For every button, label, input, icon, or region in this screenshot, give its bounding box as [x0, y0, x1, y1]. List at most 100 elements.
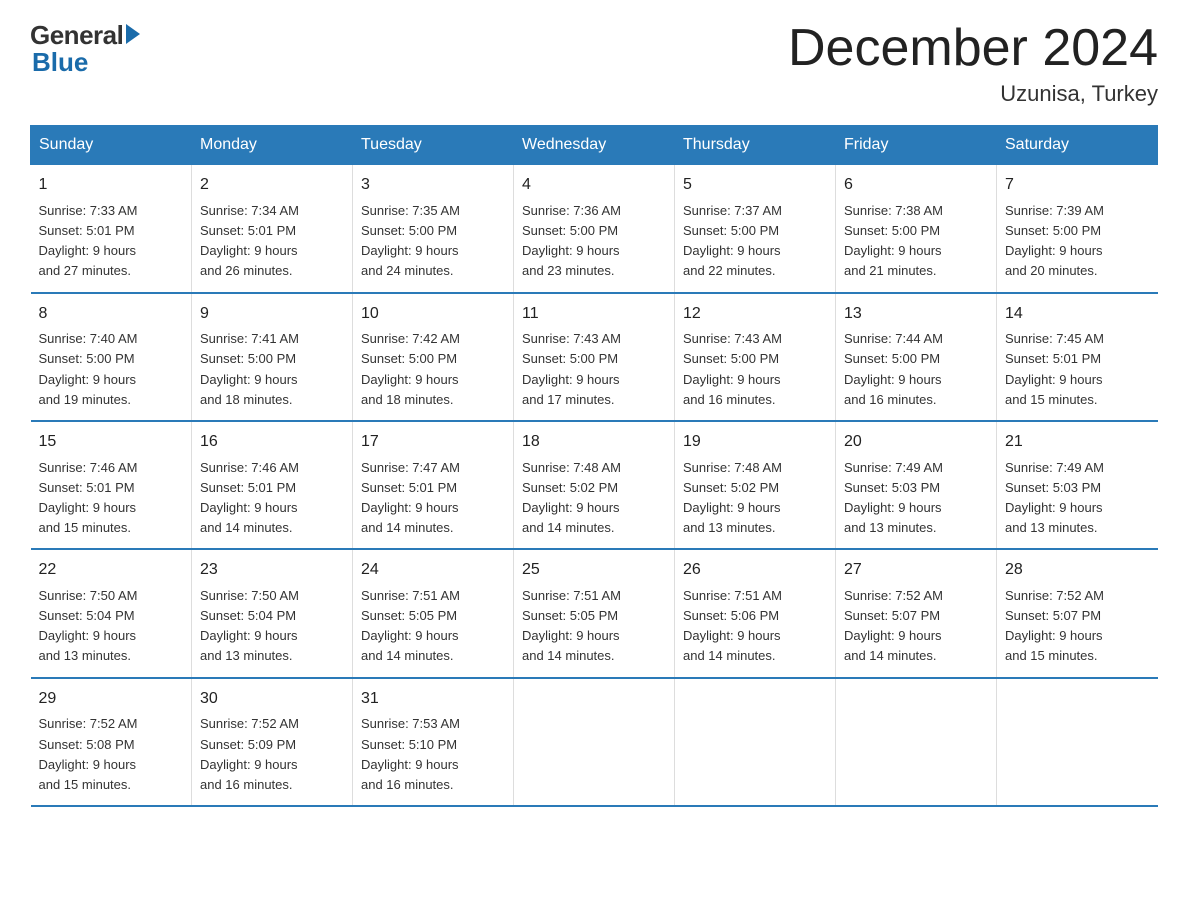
day-number: 30 [200, 687, 344, 712]
calendar-cell: 5 Sunrise: 7:37 AM Sunset: 5:00 PM Daylig… [675, 165, 836, 293]
day-number: 13 [844, 302, 988, 327]
day-info: Sunrise: 7:34 AM Sunset: 5:01 PM Dayligh… [200, 201, 344, 282]
day-info: Sunrise: 7:52 AM Sunset: 5:09 PM Dayligh… [200, 714, 344, 795]
day-info: Sunrise: 7:51 AM Sunset: 5:05 PM Dayligh… [361, 586, 505, 667]
day-info: Sunrise: 7:52 AM Sunset: 5:07 PM Dayligh… [844, 586, 988, 667]
calendar-cell: 9Sunrise: 7:41 AM Sunset: 5:00 PM Daylig… [192, 293, 353, 421]
header-cell-tuesday: Tuesday [353, 126, 514, 165]
calendar-cell: 17Sunrise: 7:47 AM Sunset: 5:01 PM Dayli… [353, 421, 514, 549]
calendar-cell: 3Sunrise: 7:35 AM Sunset: 5:00 PM Daylig… [353, 165, 514, 293]
day-info: Sunrise: 7:49 AM Sunset: 5:03 PM Dayligh… [844, 458, 988, 539]
day-number: 10 [361, 302, 505, 327]
day-number: 16 [200, 430, 344, 455]
day-number: 9 [200, 302, 344, 327]
day-number: 23 [200, 558, 344, 583]
calendar-cell: 2 Sunrise: 7:34 AM Sunset: 5:01 PM Daylig… [192, 165, 353, 293]
day-info: Sunrise: 7:48 AM Sunset: 5:02 PM Dayligh… [522, 458, 666, 539]
logo: General Blue [30, 20, 140, 78]
day-info: Sunrise: 7:46 AM Sunset: 5:01 PM Dayligh… [200, 458, 344, 539]
day-info: Sunrise: 7:42 AM Sunset: 5:00 PM Dayligh… [361, 329, 505, 410]
day-info: Sunrise: 7:35 AM Sunset: 5:00 PM Dayligh… [361, 201, 505, 282]
day-number: 22 [39, 558, 184, 583]
calendar-cell: 10Sunrise: 7:42 AM Sunset: 5:00 PM Dayli… [353, 293, 514, 421]
calendar-cell: 7 Sunrise: 7:39 AM Sunset: 5:00 PM Daylig… [997, 165, 1158, 293]
calendar-cell [514, 678, 675, 806]
calendar-header: SundayMondayTuesdayWednesdayThursdayFrid… [31, 126, 1158, 165]
calendar-cell: 15 Sunrise: 7:46 AM Sunset: 5:01 PM Dayli… [31, 421, 192, 549]
day-info: Sunrise: 7:39 AM Sunset: 5:00 PM Dayligh… [1005, 201, 1150, 282]
calendar-cell: 14Sunrise: 7:45 AM Sunset: 5:01 PM Dayli… [997, 293, 1158, 421]
calendar-cell: 19 Sunrise: 7:48 AM Sunset: 5:02 PM Dayli… [675, 421, 836, 549]
calendar-cell: 1Sunrise: 7:33 AM Sunset: 5:01 PM Daylig… [31, 165, 192, 293]
calendar-body: 1Sunrise: 7:33 AM Sunset: 5:01 PM Daylig… [31, 165, 1158, 806]
month-title: December 2024 [788, 20, 1158, 77]
day-number: 21 [1005, 430, 1150, 455]
calendar-cell: 26 Sunrise: 7:51 AM Sunset: 5:06 PM Dayli… [675, 549, 836, 677]
calendar-cell: 13Sunrise: 7:44 AM Sunset: 5:00 PM Dayli… [836, 293, 997, 421]
header-cell-friday: Friday [836, 126, 997, 165]
header-cell-saturday: Saturday [997, 126, 1158, 165]
calendar-cell: 25 Sunrise: 7:51 AM Sunset: 5:05 PM Dayli… [514, 549, 675, 677]
calendar-cell: 24Sunrise: 7:51 AM Sunset: 5:05 PM Dayli… [353, 549, 514, 677]
day-info: Sunrise: 7:43 AM Sunset: 5:00 PM Dayligh… [522, 329, 666, 410]
day-info: Sunrise: 7:37 AM Sunset: 5:00 PM Dayligh… [683, 201, 827, 282]
header-cell-thursday: Thursday [675, 126, 836, 165]
day-number: 20 [844, 430, 988, 455]
day-number: 27 [844, 558, 988, 583]
day-number: 11 [522, 302, 666, 327]
calendar-cell: 18Sunrise: 7:48 AM Sunset: 5:02 PM Dayli… [514, 421, 675, 549]
day-info: Sunrise: 7:50 AM Sunset: 5:04 PM Dayligh… [200, 586, 344, 667]
day-number: 25 [522, 558, 666, 583]
day-number: 12 [683, 302, 827, 327]
day-number: 26 [683, 558, 827, 583]
day-info: Sunrise: 7:52 AM Sunset: 5:08 PM Dayligh… [39, 714, 184, 795]
day-info: Sunrise: 7:40 AM Sunset: 5:00 PM Dayligh… [39, 329, 184, 410]
calendar-cell: 23 Sunrise: 7:50 AM Sunset: 5:04 PM Dayli… [192, 549, 353, 677]
day-info: Sunrise: 7:51 AM Sunset: 5:06 PM Dayligh… [683, 586, 827, 667]
day-info: Sunrise: 7:53 AM Sunset: 5:10 PM Dayligh… [361, 714, 505, 795]
header-row: SundayMondayTuesdayWednesdayThursdayFrid… [31, 126, 1158, 165]
calendar-week-row: 22 Sunrise: 7:50 AM Sunset: 5:04 PM Dayli… [31, 549, 1158, 677]
day-number: 15 [39, 430, 184, 455]
day-info: Sunrise: 7:38 AM Sunset: 5:00 PM Dayligh… [844, 201, 988, 282]
calendar-cell: 31Sunrise: 7:53 AM Sunset: 5:10 PM Dayli… [353, 678, 514, 806]
calendar-cell: 8Sunrise: 7:40 AM Sunset: 5:00 PM Daylig… [31, 293, 192, 421]
calendar-week-row: 8Sunrise: 7:40 AM Sunset: 5:00 PM Daylig… [31, 293, 1158, 421]
header-cell-sunday: Sunday [31, 126, 192, 165]
calendar-cell: 4 Sunrise: 7:36 AM Sunset: 5:00 PM Daylig… [514, 165, 675, 293]
day-info: Sunrise: 7:52 AM Sunset: 5:07 PM Dayligh… [1005, 586, 1150, 667]
day-info: Sunrise: 7:45 AM Sunset: 5:01 PM Dayligh… [1005, 329, 1150, 410]
logo-triangle-icon [126, 24, 140, 44]
header-cell-monday: Monday [192, 126, 353, 165]
day-info: Sunrise: 7:46 AM Sunset: 5:01 PM Dayligh… [39, 458, 184, 539]
calendar-cell [997, 678, 1158, 806]
calendar-cell: 21Sunrise: 7:49 AM Sunset: 5:03 PM Dayli… [997, 421, 1158, 549]
day-number: 5 [683, 173, 827, 198]
calendar-cell [675, 678, 836, 806]
calendar-week-row: 1Sunrise: 7:33 AM Sunset: 5:01 PM Daylig… [31, 165, 1158, 293]
calendar-cell: 28 Sunrise: 7:52 AM Sunset: 5:07 PM Dayli… [997, 549, 1158, 677]
location-text: Uzunisa, Turkey [788, 81, 1158, 107]
day-number: 19 [683, 430, 827, 455]
day-info: Sunrise: 7:41 AM Sunset: 5:00 PM Dayligh… [200, 329, 344, 410]
day-number: 31 [361, 687, 505, 712]
day-number: 7 [1005, 173, 1150, 198]
title-area: December 2024 Uzunisa, Turkey [788, 20, 1158, 107]
day-number: 28 [1005, 558, 1150, 583]
calendar-week-row: 29Sunrise: 7:52 AM Sunset: 5:08 PM Dayli… [31, 678, 1158, 806]
day-info: Sunrise: 7:51 AM Sunset: 5:05 PM Dayligh… [522, 586, 666, 667]
calendar-week-row: 15 Sunrise: 7:46 AM Sunset: 5:01 PM Dayli… [31, 421, 1158, 549]
calendar-cell: 30Sunrise: 7:52 AM Sunset: 5:09 PM Dayli… [192, 678, 353, 806]
day-info: Sunrise: 7:50 AM Sunset: 5:04 PM Dayligh… [39, 586, 184, 667]
logo-blue-text: Blue [32, 47, 88, 78]
calendar-cell: 12Sunrise: 7:43 AM Sunset: 5:00 PM Dayli… [675, 293, 836, 421]
day-number: 4 [522, 173, 666, 198]
day-info: Sunrise: 7:33 AM Sunset: 5:01 PM Dayligh… [39, 201, 184, 282]
calendar-cell: 16 Sunrise: 7:46 AM Sunset: 5:01 PM Dayli… [192, 421, 353, 549]
day-number: 8 [39, 302, 184, 327]
day-info: Sunrise: 7:48 AM Sunset: 5:02 PM Dayligh… [683, 458, 827, 539]
day-number: 2 [200, 173, 344, 198]
day-info: Sunrise: 7:36 AM Sunset: 5:00 PM Dayligh… [522, 201, 666, 282]
calendar-cell: 29Sunrise: 7:52 AM Sunset: 5:08 PM Dayli… [31, 678, 192, 806]
header-cell-wednesday: Wednesday [514, 126, 675, 165]
